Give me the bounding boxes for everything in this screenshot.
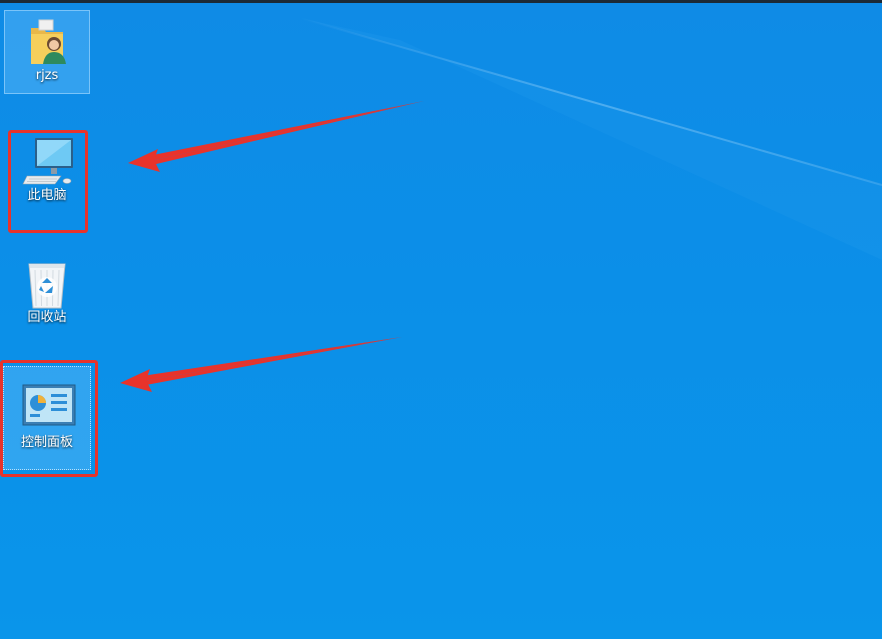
arrow-to-this-pc bbox=[128, 101, 424, 172]
annotation-arrows bbox=[120, 101, 424, 392]
arrow-to-control-panel bbox=[120, 337, 402, 392]
desktop[interactable]: rjzs 此电脑 回收站 控制面板 bbox=[0, 0, 882, 639]
